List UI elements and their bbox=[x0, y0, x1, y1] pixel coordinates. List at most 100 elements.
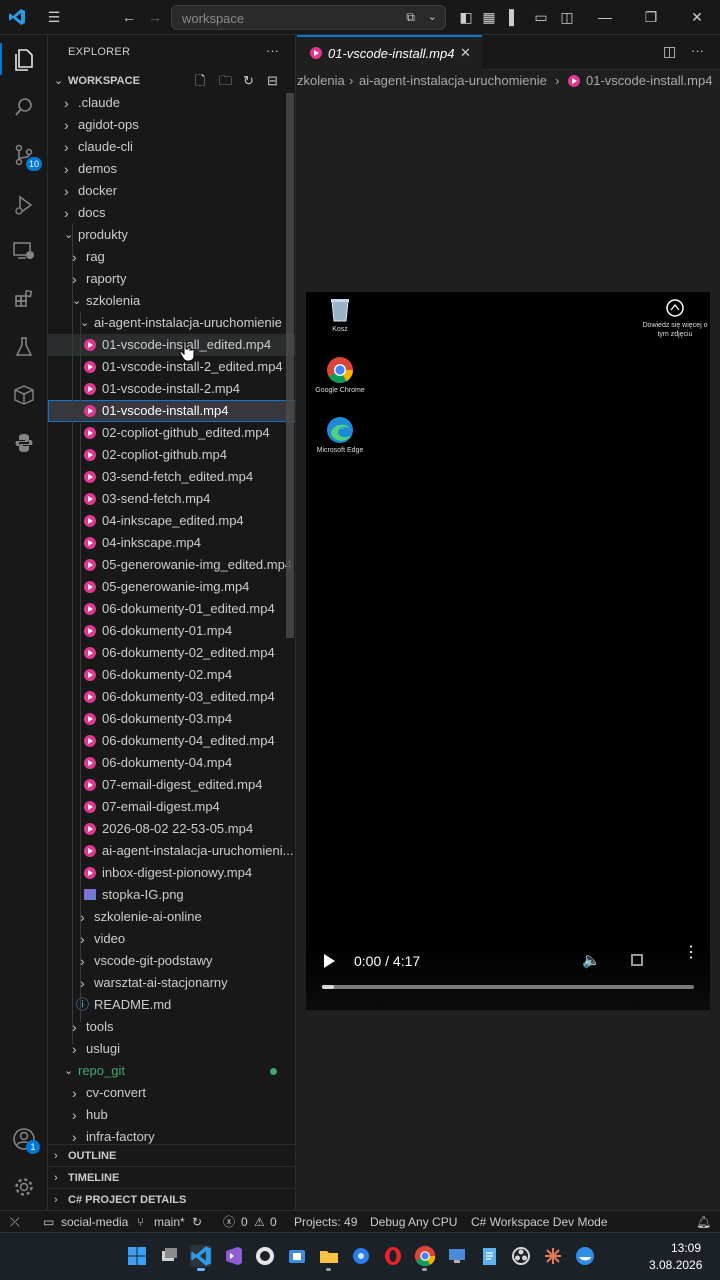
tree-scrollbar[interactable] bbox=[286, 93, 294, 638]
new-folder-icon[interactable]: 🗀 bbox=[219, 70, 232, 92]
close-tab-icon[interactable]: ✕ bbox=[460, 45, 471, 61]
video-player[interactable]: Kosz Google Chrome Microsoft Edge Dowied… bbox=[306, 292, 710, 1010]
tree-file[interactable]: 01-vscode-install.mp4 bbox=[48, 400, 295, 422]
tree-file[interactable]: inbox-digest-pionowy.mp4 bbox=[48, 862, 295, 884]
notepad-icon[interactable] bbox=[478, 1245, 500, 1267]
file-explorer-icon[interactable] bbox=[318, 1245, 340, 1271]
tree-file[interactable]: 02-copliot-github_edited.mp4 bbox=[48, 422, 295, 444]
tree-folder[interactable]: › cv-convert bbox=[48, 1082, 295, 1104]
explorer-icon[interactable] bbox=[10, 45, 38, 73]
status-debug[interactable]: Debug Any CPU bbox=[370, 1211, 457, 1233]
tree-folder[interactable]: › rag bbox=[48, 246, 295, 268]
run-debug-icon[interactable] bbox=[10, 191, 38, 219]
collapse-all-icon[interactable]: ⊟ bbox=[267, 70, 278, 92]
tree-folder[interactable]: › demos bbox=[48, 158, 295, 180]
status-project[interactable]: social-media bbox=[61, 1211, 128, 1233]
testing-flask-icon[interactable] bbox=[10, 333, 38, 361]
tree-file[interactable]: stopka-IG.png bbox=[48, 884, 295, 906]
tree-file[interactable]: 06-dokumenty-03.mp4 bbox=[48, 708, 295, 730]
forward-arrow-icon[interactable]: → bbox=[146, 8, 164, 26]
menu-icon[interactable]: ☰ bbox=[45, 8, 63, 26]
breadcrumb-segment[interactable]: 01-vscode-install.mp4 bbox=[586, 70, 712, 92]
remote-indicator-icon[interactable]: ⤫ bbox=[10, 1211, 20, 1233]
visual-studio-icon[interactable] bbox=[222, 1245, 244, 1267]
timeline-section[interactable]: › TIMELINE bbox=[48, 1166, 295, 1188]
python-icon[interactable] bbox=[10, 429, 38, 457]
store-icon[interactable] bbox=[286, 1245, 308, 1267]
tree-file[interactable]: 05-generowanie-img.mp4 bbox=[48, 576, 295, 598]
toggle-secondary-sidebar-icon[interactable]: ◫ bbox=[558, 8, 576, 26]
search-icon[interactable] bbox=[10, 93, 38, 121]
tree-folder[interactable]: › vscode-git-podstawy bbox=[48, 950, 295, 972]
tree-file[interactable]: 05-generowanie-img_edited.mp4 bbox=[48, 554, 295, 576]
tree-folder[interactable]: ⌄ ai-agent-instalacja-uruchomienie bbox=[48, 312, 295, 334]
tree-folder[interactable]: › claude-cli bbox=[48, 136, 295, 158]
status-warnings[interactable]: 0 bbox=[270, 1211, 277, 1233]
tree-file[interactable]: ⓘ README.md bbox=[48, 994, 295, 1016]
tree-folder[interactable]: › .claude bbox=[48, 92, 295, 114]
tree-file[interactable]: 02-copliot-github.mp4 bbox=[48, 444, 295, 466]
chevron-down-icon[interactable]: ⌄ bbox=[428, 10, 437, 23]
breadcrumb-segment[interactable]: ai-agent-instalacja-uruchomienie bbox=[359, 70, 547, 92]
split-editor-icon[interactable]: ◫ bbox=[663, 43, 676, 60]
tree-file[interactable]: 01-vscode-install_edited.mp4 bbox=[48, 334, 295, 356]
github-desktop-icon[interactable] bbox=[254, 1245, 276, 1267]
command-center-search[interactable]: workspace ⧉ ⌄ bbox=[171, 5, 446, 30]
outline-section[interactable]: › OUTLINE bbox=[48, 1144, 295, 1166]
tree-folder[interactable]: › hub bbox=[48, 1104, 295, 1126]
tree-file[interactable]: 06-dokumenty-03_edited.mp4 bbox=[48, 686, 295, 708]
tree-folder[interactable]: › raporty bbox=[48, 268, 295, 290]
tree-folder[interactable]: ⌄ szkolenia bbox=[48, 290, 295, 312]
new-file-icon[interactable]: 🗋 bbox=[195, 70, 205, 92]
restore-icon[interactable]: ❐ bbox=[642, 8, 660, 26]
workspace-header[interactable]: ⌄ WORKSPACE 🗋 🗀 ↻ ⊟ bbox=[48, 70, 295, 92]
tree-folder[interactable]: › warsztat-ai-stacjonarny bbox=[48, 972, 295, 994]
project-details-section[interactable]: › C# PROJECT DETAILS bbox=[48, 1188, 295, 1210]
tree-file[interactable]: 03-send-fetch_edited.mp4 bbox=[48, 466, 295, 488]
toggle-primary-sidebar-icon[interactable]: ▌ bbox=[505, 8, 523, 26]
tree-folder[interactable]: › uslugi bbox=[48, 1038, 295, 1060]
customize-layout-icon[interactable]: ▦ bbox=[480, 8, 498, 26]
sync-icon[interactable]: ↻ bbox=[192, 1211, 202, 1233]
remote-desktop-icon[interactable] bbox=[446, 1245, 468, 1267]
editor-more-icon[interactable]: ··· bbox=[691, 43, 704, 58]
fullscreen-icon[interactable] bbox=[631, 954, 643, 966]
tree-file[interactable]: 04-inkscape.mp4 bbox=[48, 532, 295, 554]
status-errors[interactable]: 0 bbox=[241, 1211, 248, 1233]
taskbar-time[interactable]: 13:09 bbox=[671, 1241, 701, 1255]
tree-file[interactable]: 2026-08-02 22-53-05.mp4 bbox=[48, 818, 295, 840]
more-actions-icon[interactable]: ··· bbox=[266, 43, 279, 58]
tree-file[interactable]: 06-dokumenty-02_edited.mp4 bbox=[48, 642, 295, 664]
video-more-icon[interactable]: ⋮ bbox=[683, 945, 699, 961]
remote-explorer-icon[interactable] bbox=[10, 237, 38, 265]
tree-file[interactable]: 06-dokumenty-02.mp4 bbox=[48, 664, 295, 686]
tree-file[interactable]: 06-dokumenty-04.mp4 bbox=[48, 752, 295, 774]
video-progress-track[interactable] bbox=[322, 985, 694, 989]
tree-file[interactable]: 06-dokumenty-01.mp4 bbox=[48, 620, 295, 642]
tree-file[interactable]: 04-inkscape_edited.mp4 bbox=[48, 510, 295, 532]
settings-gear-icon[interactable] bbox=[10, 1173, 38, 1201]
browser-blue-icon[interactable] bbox=[350, 1245, 372, 1267]
containers-icon[interactable] bbox=[10, 381, 38, 409]
minimize-icon[interactable]: — bbox=[596, 8, 614, 26]
tree-file[interactable]: ai-agent-instalacja-uruchomieni... bbox=[48, 840, 295, 862]
play-icon[interactable] bbox=[324, 954, 335, 968]
tree-file[interactable]: 03-send-fetch.mp4 bbox=[48, 488, 295, 510]
notifications-bell-icon[interactable]: 🔔︎ bbox=[696, 1211, 711, 1233]
toggle-panel-icon[interactable]: ▭ bbox=[532, 8, 550, 26]
tree-folder[interactable]: ⌄ produkty bbox=[48, 224, 295, 246]
tree-file[interactable]: 06-dokumenty-01_edited.mp4 bbox=[48, 598, 295, 620]
tree-folder[interactable]: › tools bbox=[48, 1016, 295, 1038]
taskbar-date[interactable]: 3.08.2026 bbox=[649, 1258, 702, 1272]
close-window-icon[interactable]: ✕ bbox=[688, 8, 706, 26]
tree-folder[interactable]: › szkolenie-ai-online bbox=[48, 906, 295, 928]
opera-icon[interactable] bbox=[382, 1245, 404, 1267]
tree-file[interactable]: 06-dokumenty-04_edited.mp4 bbox=[48, 730, 295, 752]
windows-start-icon[interactable] bbox=[126, 1245, 148, 1267]
tree-file[interactable]: 07-email-digest_edited.mp4 bbox=[48, 774, 295, 796]
tree-file[interactable]: 01-vscode-install-2_edited.mp4 bbox=[48, 356, 295, 378]
breadcrumb-segment[interactable]: zkolenia bbox=[297, 70, 345, 92]
tree-file[interactable]: 01-vscode-install-2.mp4 bbox=[48, 378, 295, 400]
back-arrow-icon[interactable]: ← bbox=[120, 8, 138, 26]
tree-folder[interactable]: › docker bbox=[48, 180, 295, 202]
